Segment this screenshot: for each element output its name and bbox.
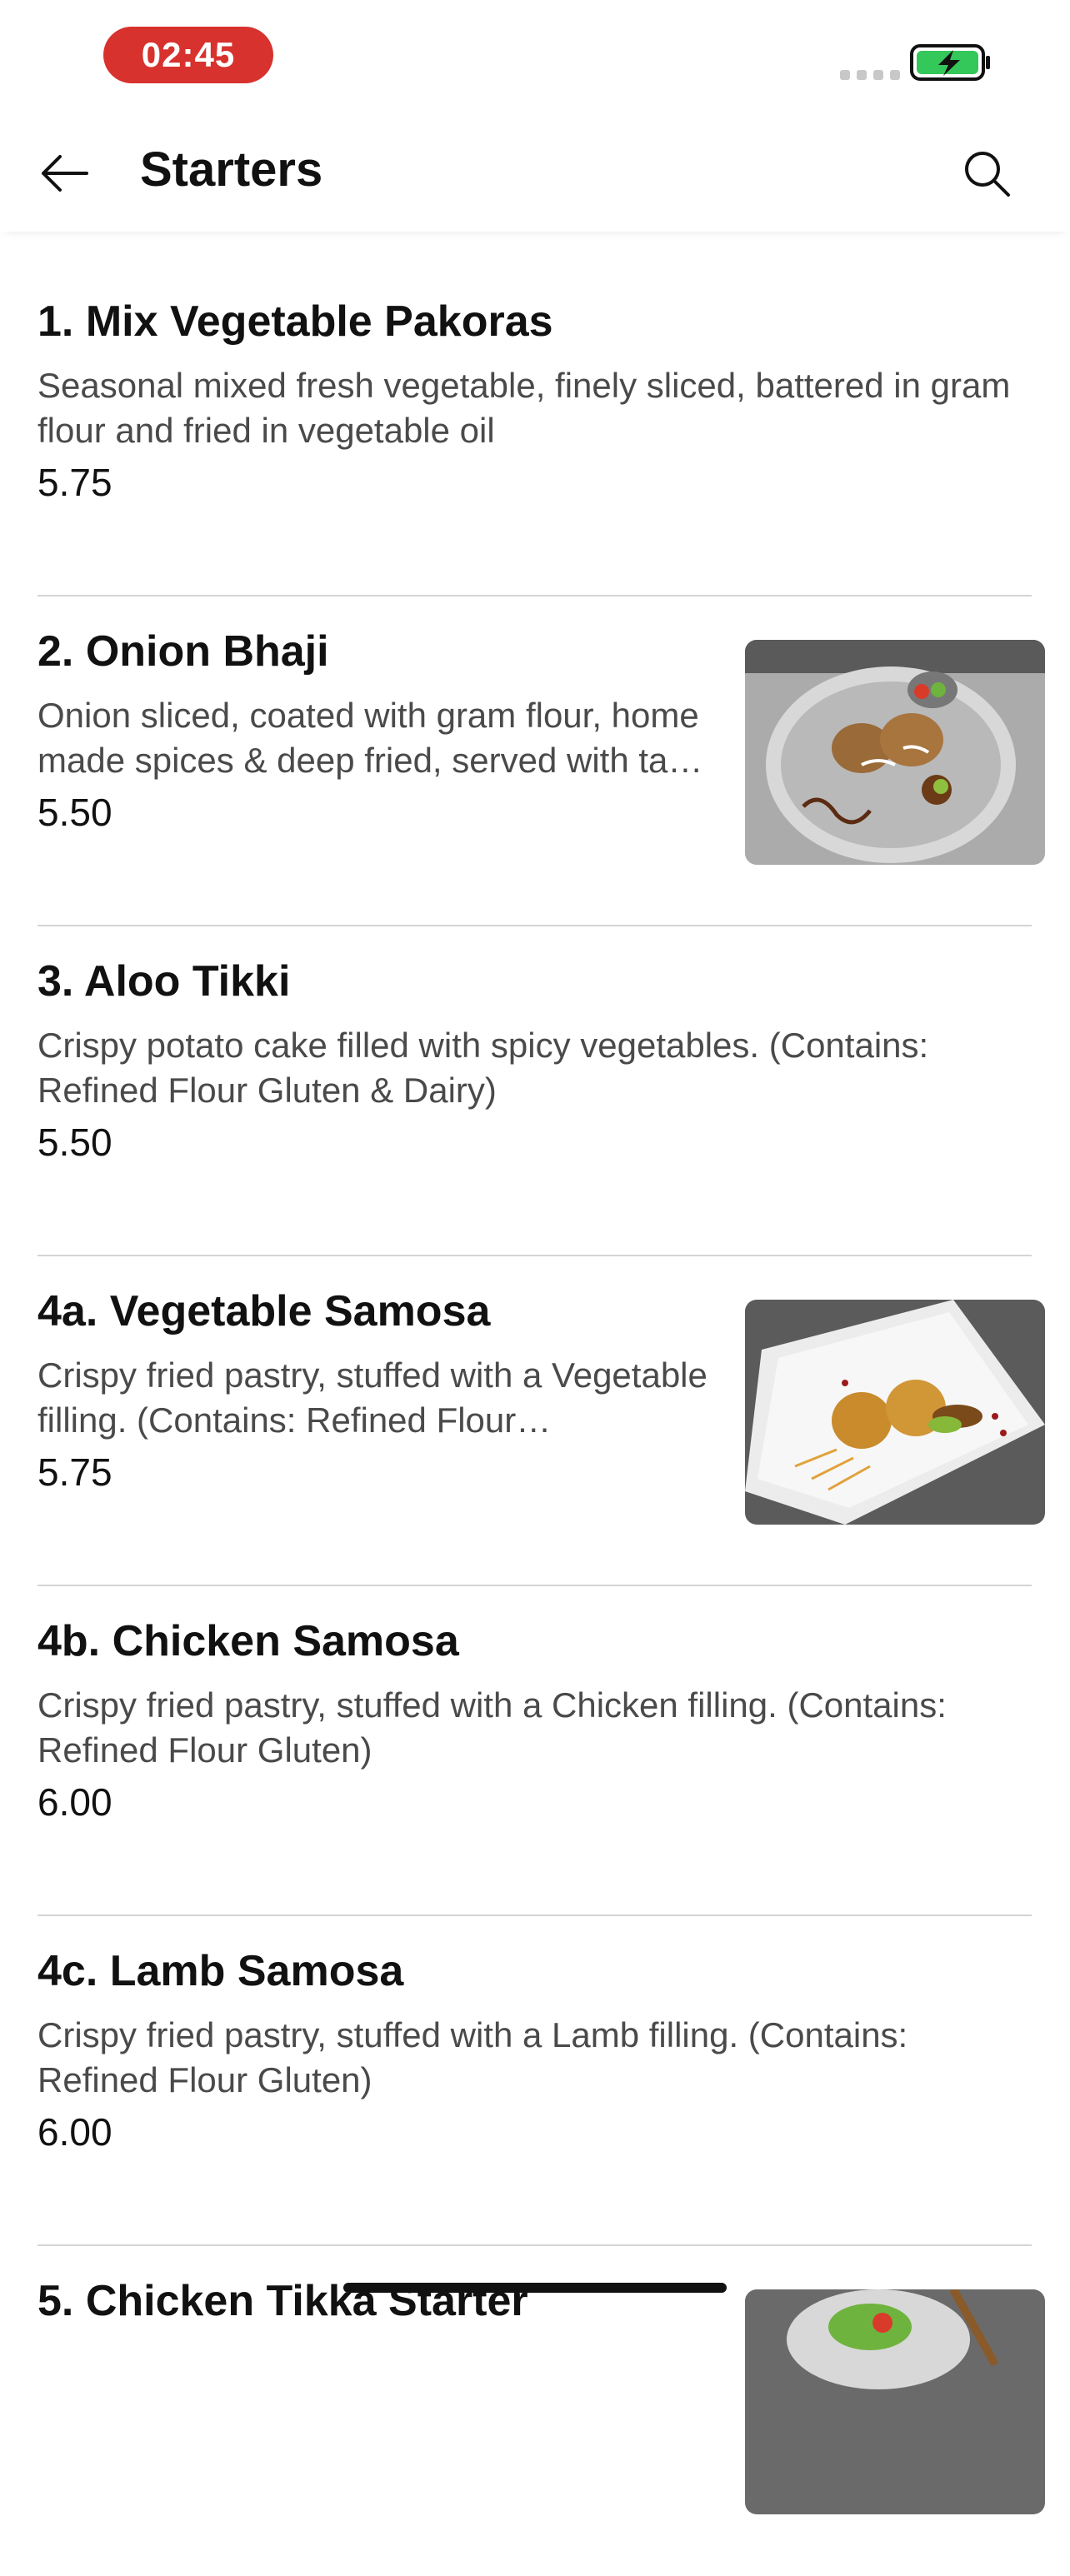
item-name: 2. Onion Bhaji xyxy=(38,627,329,676)
item-description: Crispy fried pastry, stuffed with a Chic… xyxy=(38,1685,947,1770)
vegetable-samosa-photo[interactable] xyxy=(745,1300,1045,1525)
item-price: 5.75 xyxy=(38,1450,112,1494)
menu-item[interactable]: 4b. Chicken Samosa Crispy fried pastry, … xyxy=(0,1586,1070,1916)
status-time: 02:45 xyxy=(103,27,273,83)
back-arrow-icon[interactable] xyxy=(37,148,92,198)
item-name: 1. Mix Vegetable Pakoras xyxy=(38,297,553,346)
chicken-tikka-photo[interactable] xyxy=(745,2289,1045,2514)
item-price: 5.50 xyxy=(38,1121,112,1164)
item-name: 4c. Lamb Samosa xyxy=(38,1947,404,1995)
app-header: Starters xyxy=(0,117,1070,232)
menu-item[interactable]: 4a. Vegetable Samosa Crispy fried pastry… xyxy=(0,1256,1070,1586)
item-description: Crispy fried pastry, stuffed with a Vege… xyxy=(38,1355,708,1440)
menu-item[interactable]: 4c. Lamb Samosa Crispy fried pastry, stu… xyxy=(0,1916,1070,2246)
item-description: Onion sliced, coated with gram flour, ho… xyxy=(38,696,703,780)
battery-charging-icon xyxy=(910,44,990,81)
search-icon[interactable] xyxy=(960,147,1013,200)
menu-item[interactable]: 2. Onion Bhaji Onion sliced, coated with… xyxy=(0,597,1070,926)
page-title: Starters xyxy=(140,142,323,197)
item-description: Crispy potato cake filled with spicy veg… xyxy=(38,1026,929,1110)
item-name: 4b. Chicken Samosa xyxy=(38,1617,459,1665)
item-price: 5.75 xyxy=(38,461,112,504)
item-name: 3. Aloo Tikki xyxy=(38,957,291,1006)
item-price: 6.00 xyxy=(38,2110,112,2154)
onion-bhaji-photo[interactable] xyxy=(745,640,1045,865)
status-bar: 02:45 xyxy=(0,0,1070,117)
menu-item[interactable]: 3. Aloo Tikki Crispy potato cake filled … xyxy=(0,926,1070,1256)
item-price: 6.00 xyxy=(38,1780,112,1824)
signal-icon xyxy=(840,70,900,80)
menu-item[interactable]: 5. Chicken Tikka Starter xyxy=(0,2246,1070,2576)
item-name: 4a. Vegetable Samosa xyxy=(38,1287,491,1335)
item-price: 5.50 xyxy=(38,791,112,834)
item-description: Crispy fried pastry, stuffed with a Lamb… xyxy=(38,2015,908,2099)
menu-list: 1. Mix Vegetable Pakoras Seasonal mixed … xyxy=(0,267,1070,2576)
item-description: Seasonal mixed fresh vegetable, finely s… xyxy=(38,366,1011,450)
menu-item[interactable]: 1. Mix Vegetable Pakoras Seasonal mixed … xyxy=(0,267,1070,597)
home-indicator[interactable] xyxy=(343,2283,727,2293)
